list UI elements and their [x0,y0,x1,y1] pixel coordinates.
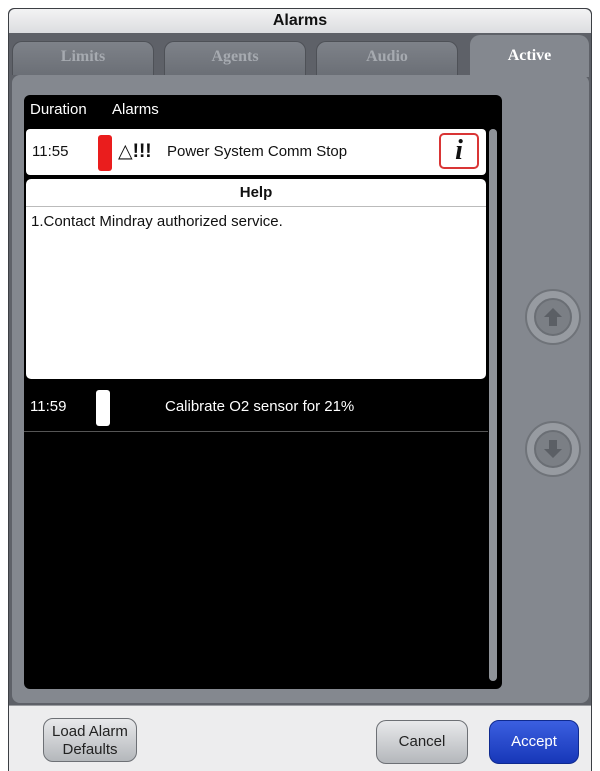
alarm-message: Calibrate O2 sensor for 21% [165,398,355,415]
window-title: Alarms [9,9,591,33]
alarm-duration: 11:55 [32,143,69,160]
arrow-up-icon [534,298,572,336]
warning-triangle-icon: △!!! [118,141,152,162]
tab-audio[interactable]: Audio [316,41,458,75]
priority-indicator-low [96,390,110,426]
arrow-down-icon [534,430,572,468]
alarm-duration: 11:59 [30,398,67,415]
alarm-list: Duration Alarms 11:55 △!!! Power System … [24,95,502,689]
tab-active[interactable]: Active [470,35,589,77]
help-title: Help [26,179,486,207]
help-panel: Help 1.Contact Mindray authorized servic… [26,179,486,379]
header-duration: Duration [30,101,87,118]
tab-bar: Limits Agents Audio Active [9,35,591,77]
alarm-row[interactable]: 11:59 Calibrate O2 sensor for 21% [24,382,488,432]
active-alarms-panel: Duration Alarms 11:55 △!!! Power System … [12,75,589,703]
alarms-window: Alarms Limits Agents Audio Active Durati… [8,8,592,771]
tab-limits[interactable]: Limits [12,41,154,75]
alarm-message: Power System Comm Stop [167,143,348,160]
footer-bar: Load Alarm Defaults Cancel Accept [9,705,591,771]
info-icon[interactable]: i [439,133,479,169]
load-alarm-defaults-button[interactable]: Load Alarm Defaults [43,718,137,762]
scroll-down-button[interactable] [525,421,581,477]
accept-button[interactable]: Accept [489,720,579,764]
priority-indicator-high [98,135,112,171]
alarm-row[interactable]: 11:55 △!!! Power System Comm Stop i [26,129,486,175]
load-defaults-label-line1: Load Alarm [52,723,128,740]
cancel-button[interactable]: Cancel [376,720,468,764]
tab-agents[interactable]: Agents [164,41,306,75]
list-header: Duration Alarms [24,95,502,125]
header-alarms: Alarms [112,101,159,118]
load-defaults-label-line2: Defaults [62,741,118,758]
scrollbar-thumb[interactable] [489,129,497,681]
scroll-up-button[interactable] [525,289,581,345]
help-text: 1.Contact Mindray authorized service. [31,213,283,230]
